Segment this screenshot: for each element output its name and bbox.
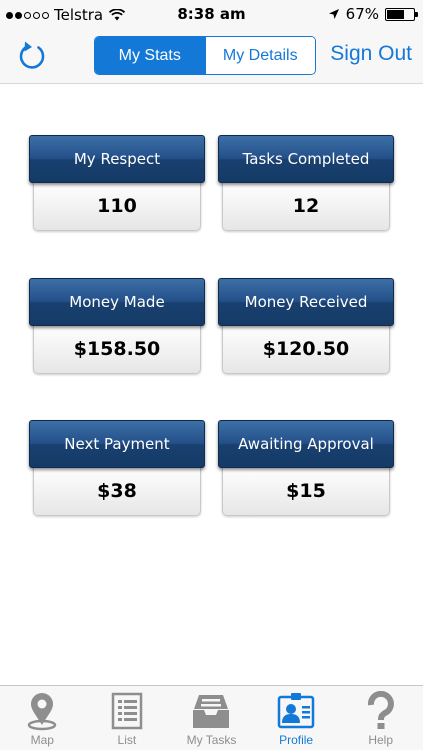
stat-card-money-received: Money Received $120.50 [218,278,394,375]
battery-percent: 67% [345,5,379,23]
stat-label: Tasks Completed [218,135,394,183]
my-details-segment[interactable]: My Details [204,37,315,74]
tab-bar: Map List My Tasks Profile Help [0,685,423,750]
map-pin-icon [28,693,57,731]
sign-out-button[interactable]: Sign Out [330,42,412,66]
tab-label: Profile [279,733,314,747]
tab-label: Help [368,733,394,747]
tab-profile[interactable]: Profile [254,686,339,750]
stat-label: Money Made [29,278,205,326]
tab-list[interactable]: List [85,686,170,750]
navigation-bar: My Stats My Details Sign Out [0,30,423,84]
list-icon [111,692,143,730]
battery-icon [385,7,418,21]
stat-label: Awaiting Approval [218,420,394,468]
stat-card-awaiting-approval: Awaiting Approval $15 [218,420,394,517]
tab-label: Map [30,733,54,747]
tab-help[interactable]: Help [338,686,423,750]
stat-card-tasks-completed: Tasks Completed 12 [218,135,394,232]
stat-value: $38 [33,466,201,516]
tab-label: List [117,733,137,747]
tab-map[interactable]: Map [0,686,85,750]
location-arrow-icon [328,9,339,19]
stat-label: Money Received [218,278,394,326]
stat-value: $158.50 [33,324,201,374]
stat-value: $15 [222,466,390,516]
stat-value: $120.50 [222,324,390,374]
stat-card-money-made: Money Made $158.50 [29,278,205,375]
id-badge-icon [277,693,315,729]
stat-label: My Respect [29,135,205,183]
stat-value: 110 [33,181,201,231]
question-icon [367,691,394,729]
stat-card-my-respect: My Respect 110 [29,135,205,232]
stat-label: Next Payment [29,420,205,468]
stat-value: 12 [222,181,390,231]
refresh-icon[interactable] [16,39,50,73]
stats-details-segmented-control: My Stats My Details [94,36,316,75]
status-bar: Telstra 8:38 am 67% [0,0,423,30]
tab-my-tasks[interactable]: My Tasks [169,686,254,750]
stat-card-next-payment: Next Payment $38 [29,420,205,517]
tray-icon [193,695,230,728]
my-stats-segment[interactable]: My Stats [95,37,205,74]
tab-label: My Tasks [186,733,237,747]
status-right: 67% [328,5,418,23]
